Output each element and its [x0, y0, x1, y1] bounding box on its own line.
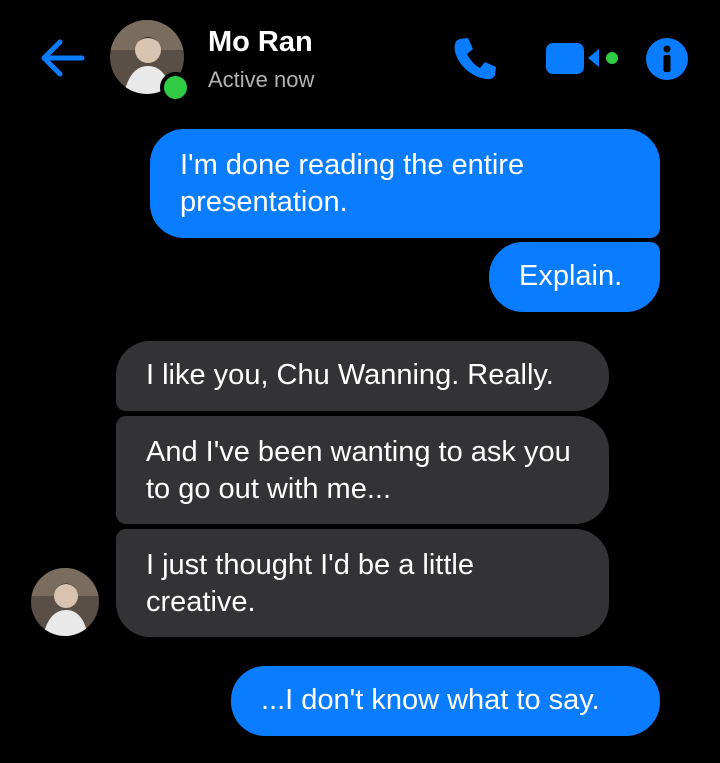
- phone-icon: [454, 38, 496, 80]
- active-status: Active now: [208, 67, 315, 92]
- message-bubble-incoming[interactable]: I just thought I'd be a little creative.: [116, 529, 609, 637]
- contact-name[interactable]: Mo Ran: [208, 26, 313, 59]
- avatar-photo: [31, 568, 99, 636]
- message-bubble-incoming[interactable]: And I've been wanting to ask you to go o…: [116, 416, 609, 524]
- voice-call-button[interactable]: [450, 33, 500, 83]
- video-camera-icon: [546, 43, 618, 74]
- sender-avatar[interactable]: [31, 568, 99, 636]
- arrow-left-icon: [41, 39, 85, 77]
- info-icon: [646, 38, 688, 80]
- chat-header: Mo Ran Active now: [0, 0, 720, 120]
- message-bubble-incoming[interactable]: I like you, Chu Wanning. Really.: [116, 341, 609, 411]
- online-status-dot: [160, 72, 191, 103]
- video-call-button[interactable]: [544, 38, 626, 78]
- message-bubble-outgoing[interactable]: ...I don't know what to say.: [231, 666, 660, 736]
- message-bubble-outgoing[interactable]: I'm done reading the entire presentation…: [150, 129, 660, 238]
- info-button[interactable]: [645, 37, 689, 81]
- message-bubble-outgoing[interactable]: Explain.: [489, 242, 660, 312]
- back-button[interactable]: [38, 36, 86, 80]
